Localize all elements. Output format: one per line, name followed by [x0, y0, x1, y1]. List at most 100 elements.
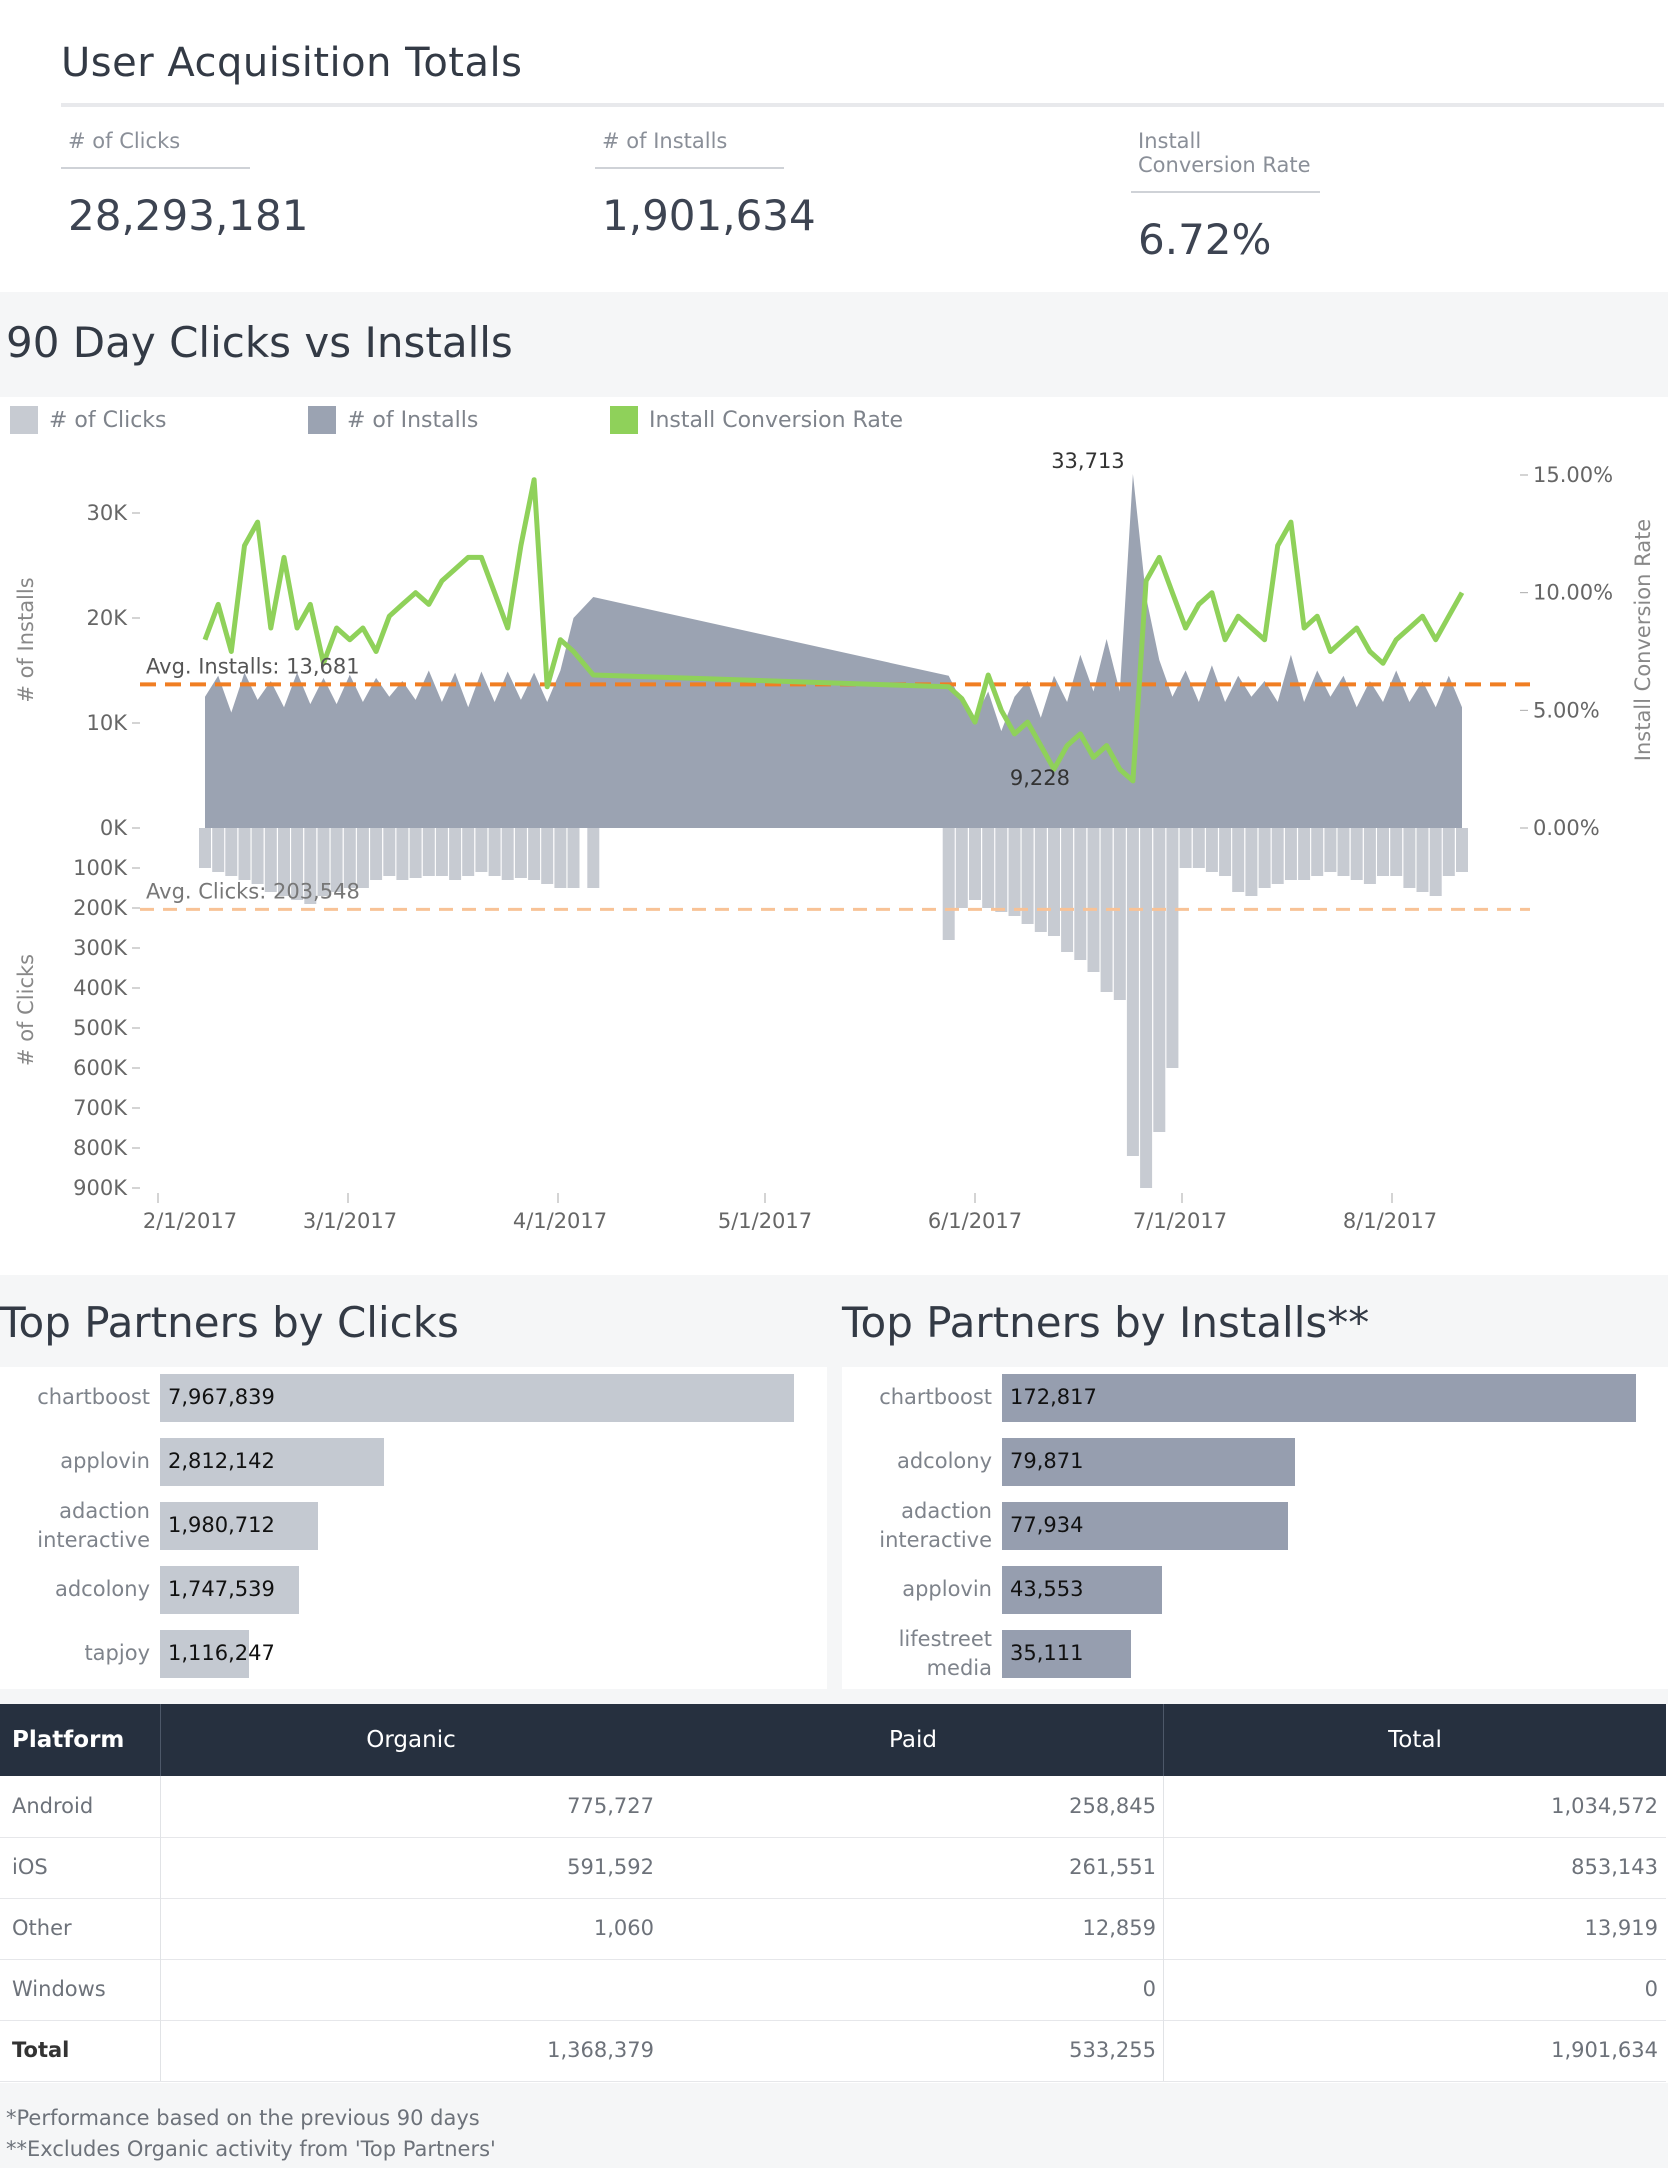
- clicks-bar[interactable]: [567, 828, 580, 888]
- clicks-bar[interactable]: [370, 828, 383, 880]
- partner-installs-bar[interactable]: 43,553: [1002, 1566, 1162, 1614]
- clicks-bar[interactable]: [1087, 828, 1100, 972]
- partner-installs-bar[interactable]: 79,871: [1002, 1438, 1296, 1486]
- clicks-bar[interactable]: [1061, 828, 1074, 952]
- partner-installs-row[interactable]: lifestreet media 35,111: [842, 1627, 1668, 1680]
- partner-clicks-bar[interactable]: 7,967,839: [160, 1374, 794, 1422]
- clicks-bar[interactable]: [1363, 828, 1376, 884]
- partner-installs-label: adaction interactive: [842, 1497, 992, 1555]
- clicks-bar[interactable]: [1034, 828, 1047, 932]
- clicks-bar[interactable]: [1153, 828, 1166, 1132]
- partner-installs-bar[interactable]: 172,817: [1002, 1374, 1636, 1422]
- partner-installs-bar[interactable]: 35,111: [1002, 1630, 1131, 1678]
- clicks-bar[interactable]: [422, 828, 435, 876]
- legend-installs[interactable]: # of Installs: [308, 405, 478, 435]
- clicks-bar[interactable]: [1140, 828, 1153, 1188]
- partner-clicks-row[interactable]: tapjoy 1,116,247: [0, 1630, 827, 1678]
- clicks-bar[interactable]: [396, 828, 409, 880]
- clicks-bar[interactable]: [1416, 828, 1429, 892]
- y-tick-installs: 0K: [100, 816, 128, 840]
- partner-clicks-row[interactable]: applovin 2,812,142: [0, 1438, 827, 1486]
- clicks-bar[interactable]: [1074, 828, 1087, 960]
- clicks-bar[interactable]: [1126, 828, 1139, 1156]
- partner-installs-bar[interactable]: 77,934: [1002, 1502, 1288, 1550]
- header-total[interactable]: Total: [1164, 1704, 1666, 1776]
- legend-clicks[interactable]: # of Clicks: [10, 405, 167, 435]
- clicks-bar[interactable]: [1192, 828, 1205, 868]
- partner-installs-label: adcolony: [842, 1447, 992, 1476]
- clicks-bar[interactable]: [1390, 828, 1403, 876]
- clicks-bar[interactable]: [1271, 828, 1284, 884]
- clicks-bar[interactable]: [1429, 828, 1442, 896]
- partner-installs-row[interactable]: applovin 43,553: [842, 1566, 1668, 1614]
- clicks-bar[interactable]: [501, 828, 514, 880]
- clicks-bar[interactable]: [1311, 828, 1324, 876]
- y-tick-clicks: 900K: [73, 1176, 128, 1200]
- clicks-bar[interactable]: [225, 828, 238, 876]
- y-axis-rate-title: Install Conversion Rate: [1631, 519, 1655, 761]
- clicks-bar[interactable]: [238, 828, 251, 880]
- clicks-bar[interactable]: [1324, 828, 1337, 872]
- organic-cell: 775,727: [567, 1794, 654, 1818]
- partner-installs-label-line: chartboost: [879, 1385, 992, 1409]
- clicks-bar[interactable]: [955, 828, 968, 908]
- clicks-bar[interactable]: [251, 828, 264, 884]
- clicks-bar[interactable]: [1008, 828, 1021, 916]
- clicks-bar[interactable]: [409, 828, 422, 878]
- clicks-bar[interactable]: [1232, 828, 1245, 892]
- clicks-bar[interactable]: [1456, 828, 1468, 872]
- partner-installs-row[interactable]: adcolony 79,871: [842, 1438, 1668, 1486]
- clicks-bar[interactable]: [1403, 828, 1416, 888]
- clicks-bar[interactable]: [1377, 828, 1389, 876]
- clicks-bar[interactable]: [1350, 828, 1363, 880]
- clicks-bar[interactable]: [1113, 828, 1126, 1000]
- clicks-bar[interactable]: [212, 828, 225, 872]
- clicks-bar[interactable]: [462, 828, 475, 876]
- clicks-bar[interactable]: [435, 828, 448, 876]
- partner-installs-label: chartboost: [842, 1383, 992, 1412]
- clicks-bar[interactable]: [969, 828, 981, 900]
- x-tick-label: 8/1/2017: [1343, 1209, 1437, 1233]
- clicks-bar[interactable]: [1245, 828, 1258, 896]
- partner-clicks-row[interactable]: adaction interactive 1,980,712: [0, 1499, 827, 1552]
- clicks-bar[interactable]: [942, 828, 955, 940]
- platform-name-cell: Windows: [12, 1977, 106, 2001]
- clicks-bar[interactable]: [383, 828, 396, 876]
- clicks-bar[interactable]: [199, 828, 211, 868]
- legend-rate[interactable]: Install Conversion Rate: [610, 405, 903, 435]
- clicks-bar[interactable]: [541, 828, 554, 884]
- partner-clicks-row[interactable]: adcolony 1,747,539: [0, 1566, 827, 1614]
- header-paid[interactable]: Paid: [662, 1704, 1164, 1776]
- partner-clicks-row[interactable]: chartboost 7,967,839: [0, 1374, 827, 1422]
- header-organic[interactable]: Organic: [160, 1704, 662, 1776]
- clicks-bar[interactable]: [982, 828, 995, 908]
- clicks-bar[interactable]: [1166, 828, 1179, 1068]
- partner-clicks-bar[interactable]: 1,980,712: [160, 1502, 318, 1550]
- clicks-bar[interactable]: [1048, 828, 1060, 936]
- clicks-bar[interactable]: [1258, 828, 1271, 888]
- clicks-bar[interactable]: [587, 828, 600, 888]
- clicks-bar[interactable]: [1337, 828, 1350, 876]
- clicks-bar[interactable]: [514, 828, 527, 878]
- clicks-bar[interactable]: [475, 828, 488, 872]
- legend-clicks-label: # of Clicks: [49, 407, 167, 433]
- clicks-bar[interactable]: [1205, 828, 1218, 872]
- partner-installs-row[interactable]: chartboost 172,817: [842, 1374, 1668, 1422]
- partner-installs-row[interactable]: adaction interactive 77,934: [842, 1499, 1668, 1552]
- clicks-installs-chart[interactable]: Avg. Installs: 13,681 Avg. Clicks: 203,5…: [0, 440, 1668, 1240]
- clicks-bar[interactable]: [1219, 828, 1232, 876]
- clicks-bar[interactable]: [488, 828, 501, 876]
- clicks-bar[interactable]: [449, 828, 462, 880]
- clicks-bar[interactable]: [1284, 828, 1297, 880]
- clicks-bar[interactable]: [554, 828, 567, 888]
- partner-clicks-bar[interactable]: 1,116,247: [160, 1630, 275, 1678]
- clicks-bar[interactable]: [1179, 828, 1192, 868]
- clicks-bar[interactable]: [528, 828, 541, 880]
- clicks-bar[interactable]: [1442, 828, 1455, 876]
- partner-installs-label-line: interactive: [879, 1528, 992, 1552]
- clicks-bar[interactable]: [995, 828, 1008, 912]
- partner-clicks-bar[interactable]: 2,812,142: [160, 1438, 384, 1486]
- partner-clicks-bar[interactable]: 1,747,539: [160, 1566, 300, 1614]
- header-platform[interactable]: Platform: [12, 1704, 124, 1776]
- clicks-bar[interactable]: [1298, 828, 1311, 880]
